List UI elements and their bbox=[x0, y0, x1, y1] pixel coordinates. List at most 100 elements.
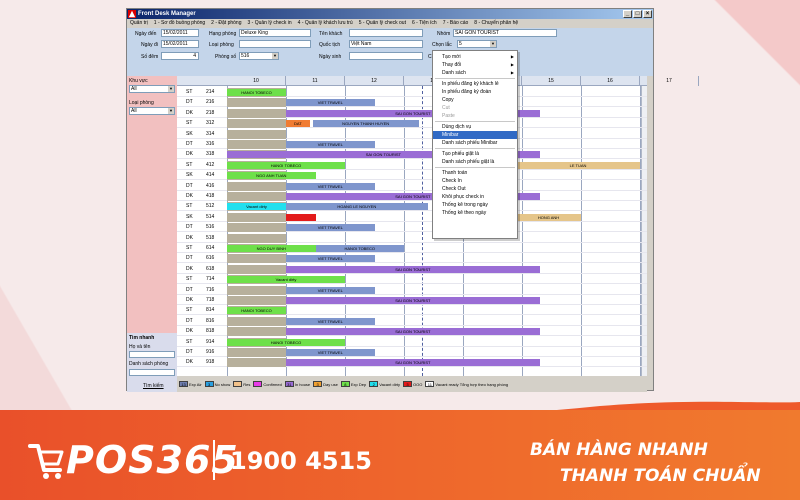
booking-bar[interactable]: SAI GON TOURIST bbox=[286, 359, 540, 367]
menu-item[interactable]: 5 - Quản lý check out bbox=[359, 19, 406, 28]
room-row[interactable]: DK 918 SAI GON TOURIST bbox=[177, 357, 647, 368]
room-row[interactable]: DT 516 VIET TRAVEL bbox=[177, 222, 647, 233]
roomtype-input[interactable] bbox=[239, 40, 311, 48]
roomclass-input[interactable]: Deluxe King bbox=[239, 29, 311, 37]
context-menu-item[interactable]: Minibar bbox=[433, 131, 517, 139]
context-menu-item[interactable]: Thống kê theo ngày bbox=[433, 209, 517, 217]
context-menu-item[interactable]: In phiếu đăng ký đoàn bbox=[433, 88, 517, 96]
room-row[interactable]: ST 512 Vacant dirty HOANG LE NGUYEN bbox=[177, 201, 647, 212]
booking-bar[interactable]: HOANG LE NGUYEN bbox=[286, 203, 428, 211]
booking-bar[interactable]: HANOI TOBECO bbox=[315, 245, 404, 252]
booking-bar[interactable]: SAI GON TOURIST bbox=[286, 297, 540, 304]
nights-input[interactable]: 4 bbox=[161, 52, 199, 60]
booking-bar[interactable]: SAI GON TOURIST bbox=[286, 265, 540, 273]
booking-bar[interactable]: HONG ANH bbox=[516, 213, 581, 221]
roomno-select[interactable]: 516 ▼ bbox=[239, 52, 279, 60]
context-menu-item[interactable]: In phiếu đăng ký khách lẻ bbox=[433, 80, 517, 88]
menu-item[interactable]: 3 - Quản lý check in bbox=[247, 19, 291, 28]
menu-item[interactable]: Quản trị bbox=[130, 19, 148, 28]
booking-bar[interactable]: VIET TRAVEL bbox=[286, 286, 375, 294]
close-button[interactable]: × bbox=[643, 10, 652, 18]
roomtype-filter-select[interactable]: All ▼ bbox=[129, 107, 175, 115]
menu-item[interactable]: 2 - Đặt phòng bbox=[211, 19, 241, 28]
booking-bar[interactable]: LE TUAN bbox=[516, 161, 640, 169]
guest-name-input[interactable] bbox=[349, 29, 423, 37]
menu-item[interactable]: 6 - Tiện ích bbox=[412, 19, 437, 28]
menu-item[interactable]: 7 - Báo cáo bbox=[443, 19, 469, 28]
room-row[interactable]: DK 418 SAI GON TOURIST bbox=[177, 191, 647, 201]
name-search-input[interactable] bbox=[129, 351, 175, 358]
room-row[interactable]: ST 312 DAT NGUYEN THANH HUYEN bbox=[177, 118, 647, 129]
room-list-input[interactable] bbox=[129, 369, 175, 376]
context-menu-item[interactable]: Tạo mới ▶ bbox=[433, 53, 517, 61]
context-menu-item[interactable]: Dùng dịch vụ bbox=[433, 123, 517, 131]
room-row[interactable]: ST 914 HANOI TOBECO bbox=[177, 337, 647, 347]
room-row[interactable]: DK 318 SAI GON TOURIST bbox=[177, 149, 647, 160]
context-menu-item[interactable]: Danh sách ▶ bbox=[433, 69, 517, 77]
context-menu-item[interactable]: Copy bbox=[433, 96, 517, 104]
booking-bar[interactable]: VIET TRAVEL bbox=[286, 349, 375, 356]
room-row[interactable]: ST 214 HANOI TOBECO bbox=[177, 87, 647, 97]
room-row[interactable]: DK 718 SAI GON TOURIST bbox=[177, 295, 647, 305]
arrival-date-input[interactable]: 15/02/2011 bbox=[161, 29, 199, 37]
booking-bar[interactable]: VIET TRAVEL bbox=[286, 317, 375, 325]
chevron-down-icon[interactable]: ▼ bbox=[168, 108, 174, 114]
booking-bar[interactable]: NGO DUY BINH bbox=[227, 245, 316, 252]
context-menu-item[interactable]: Thống kê trong ngày bbox=[433, 201, 517, 209]
booking-bar[interactable]: Vacant dirty bbox=[227, 276, 345, 284]
room-row[interactable]: DK 818 SAI GON TOURIST bbox=[177, 326, 647, 337]
room-row[interactable]: DT 416 VIET TRAVEL bbox=[177, 181, 647, 191]
booking-bar[interactable]: HANOI TOBECO bbox=[227, 307, 286, 315]
room-row[interactable]: DT 716 VIET TRAVEL bbox=[177, 285, 647, 295]
room-row[interactable]: DT 916 VIET TRAVEL bbox=[177, 347, 647, 357]
room-row[interactable]: DT 316 VIET TRAVEL bbox=[177, 139, 647, 149]
context-menu-item[interactable]: Thay đổi ▶ bbox=[433, 61, 517, 69]
booking-bar[interactable]: VIET TRAVEL bbox=[286, 255, 375, 263]
room-row[interactable]: DT 216 VIET TRAVEL bbox=[177, 97, 647, 108]
room-row[interactable]: SK 314 bbox=[177, 129, 647, 139]
context-menu-item[interactable]: Tạo phiếu giặt là bbox=[433, 150, 517, 158]
group-input[interactable]: SAI GON TOURIST bbox=[453, 29, 557, 37]
chevron-down-icon[interactable]: ▼ bbox=[272, 53, 278, 59]
room-row[interactable]: ST 814 HANOI TOBECO bbox=[177, 305, 647, 316]
menu-item[interactable]: 8 - Chuyển phân hệ bbox=[474, 19, 518, 28]
booking-bar[interactable]: NGUYEN THANH HUYEN bbox=[312, 120, 419, 128]
room-row[interactable]: DK 618 SAI GON TOURIST bbox=[177, 264, 647, 274]
room-row[interactable]: DK 518 bbox=[177, 233, 647, 243]
minimize-button[interactable]: _ bbox=[623, 10, 632, 18]
context-menu-item[interactable]: Thanh toán bbox=[433, 169, 517, 177]
birthday-input[interactable] bbox=[349, 52, 423, 60]
room-row[interactable]: DK 218 SAI GON TOURIST bbox=[177, 108, 647, 118]
room-row[interactable]: ST 714 Vacant dirty bbox=[177, 274, 647, 285]
context-menu-item[interactable]: Danh sách phiếu Minibar bbox=[433, 139, 517, 147]
booking-bar[interactable]: SAI GON TOURIST bbox=[286, 328, 540, 336]
room-row[interactable]: ST 412 HANOI TOBECO LE TUAN bbox=[177, 160, 647, 170]
booking-bar[interactable]: HANOI TOBECO bbox=[227, 161, 345, 169]
menu-item[interactable]: 1 - Sơ đồ buồng phòng bbox=[154, 19, 205, 28]
departure-date-input[interactable]: 15/02/2011 bbox=[161, 40, 199, 48]
booking-bar[interactable]: VIET TRAVEL bbox=[286, 141, 375, 148]
context-menu-item[interactable]: Khôi phục check in bbox=[433, 193, 517, 201]
chevron-down-icon[interactable]: ▼ bbox=[490, 41, 496, 47]
area-select[interactable]: All ▼ bbox=[129, 85, 175, 93]
chevron-down-icon[interactable]: ▼ bbox=[168, 86, 174, 92]
room-row[interactable]: SK 414 NGO ANH TUAN bbox=[177, 170, 647, 181]
booking-bar[interactable]: VIET TRAVEL bbox=[286, 182, 375, 190]
status-select[interactable]: 5 ▼ bbox=[457, 40, 497, 48]
context-menu-item[interactable]: Check Out bbox=[433, 185, 517, 193]
context-menu-item[interactable]: Check In bbox=[433, 177, 517, 185]
booking-bar[interactable]: DAT bbox=[286, 120, 310, 128]
room-row[interactable]: SK 514 HONG ANH bbox=[177, 212, 647, 222]
menu-item[interactable]: 4 - Quản lý khách lưu trú bbox=[298, 19, 353, 28]
booking-bar[interactable]: Vacant dirty bbox=[227, 203, 286, 211]
booking-bar[interactable]: HANOI TOBECO bbox=[227, 89, 286, 96]
booking-bar[interactable]: VIET TRAVEL bbox=[286, 99, 375, 107]
booking-bar[interactable]: VIET TRAVEL bbox=[286, 224, 375, 232]
booking-bar[interactable]: NGO ANH TUAN bbox=[227, 172, 316, 180]
room-row[interactable]: ST 614 NGO DUY BINH HANOI TOBECO bbox=[177, 243, 647, 253]
maximize-button[interactable]: □ bbox=[633, 10, 642, 18]
booking-bar[interactable] bbox=[286, 213, 316, 221]
booking-bar[interactable]: HANOI TOBECO bbox=[227, 338, 345, 346]
search-button[interactable]: Tìm kiếm bbox=[143, 383, 164, 389]
context-menu-item[interactable]: Danh sách phiếu giặt là bbox=[433, 158, 517, 166]
